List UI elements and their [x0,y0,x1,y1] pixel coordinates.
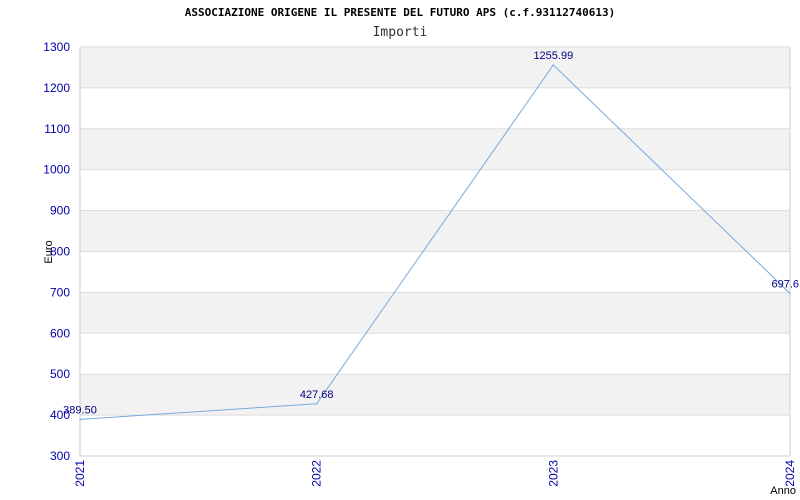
plot-band [80,292,790,334]
x-tick-label: 2023 [546,460,560,487]
y-tick-label: 1200 [43,81,70,95]
x-axis-ticks: 2021 2022 2023 2024 [73,460,797,487]
data-label: 389.50 [63,404,97,416]
data-label: 697.6 [771,278,799,290]
data-point [315,402,318,405]
plot-band [80,333,790,375]
x-tick-label: 2021 [73,460,87,487]
plot-band [80,374,790,416]
data-label: 427.68 [300,389,334,401]
x-axis-label: Anno [770,485,796,497]
plot-band [80,47,790,88]
y-tick-label: 900 [50,204,70,218]
y-tick-label: 600 [50,326,70,340]
y-tick-label: 1300 [43,40,70,54]
plot-band [80,251,790,293]
x-tick-label: 2024 [783,460,797,487]
data-point [79,418,81,421]
plot-band [80,128,790,170]
y-tick-label: 500 [50,367,70,381]
y-tick-label: 1000 [43,163,70,177]
plot-band [80,415,790,456]
data-label: 1255.99 [533,50,573,62]
y-tick-label: 300 [50,449,70,463]
y-tick-label: 1100 [44,122,70,136]
line-chart: 3004005006007008009001000110012001300 20… [43,40,799,497]
x-tick-label: 2022 [310,460,324,487]
plot-band [80,87,790,129]
y-tick-label: 700 [50,285,70,299]
data-point [789,292,791,295]
data-point [552,64,555,66]
plot-band [80,210,790,252]
y-axis-label: Euro [43,240,55,263]
